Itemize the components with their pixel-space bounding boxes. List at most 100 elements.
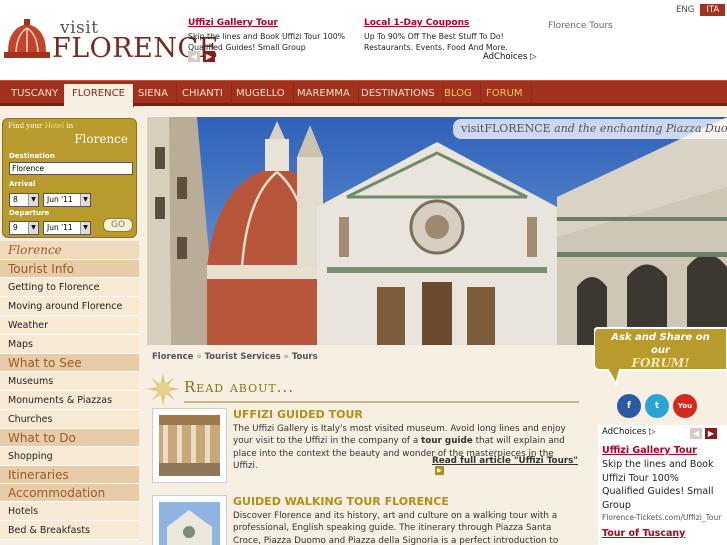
breadcrumb-tours: Tours [291,352,318,362]
booking-heading: Find your Hotel in [8,122,74,130]
sidebar-section-itineraries[interactable]: Itineraries [0,466,139,484]
departure-day-select[interactable]: 9 ▼ [9,221,39,235]
nav-tab-chianti[interactable]: CHIANTI [174,84,232,104]
adchoices-icon: ▷ [648,427,656,437]
nav-tab-tuscany[interactable]: TUSCANY [3,84,68,104]
ad-prev-arrow-icon[interactable]: ◀ [188,51,200,62]
divider [184,401,579,403]
departure-label: Departure [9,209,50,217]
santa-croce-image [159,502,220,545]
read-about-title: Read about... [184,378,295,396]
sidebar-item-weather[interactable]: Weather [0,316,139,335]
destination-label: Destination [9,152,55,160]
hotel-search-box: Find your Hotel in Florence Destination … [2,118,137,238]
nav-tab-florence[interactable]: FLORENCE [64,84,134,107]
sidebar-item-monuments[interactable]: Monuments & Piazzas [0,391,139,410]
header: visit FLORENCE Uffizi Gallery Tour Skip … [0,0,727,80]
sidebar-section-tourist-info[interactable]: Tourist Info [0,260,139,278]
dome-logo-icon [4,19,50,58]
read-about-heading: Read about... [146,372,580,406]
ad-pager: ◀ ▶ [188,51,215,62]
sidebar-section-what-to-see[interactable]: What to See [0,354,139,372]
site-logo[interactable]: visit FLORENCE [2,18,218,64]
arrival-month-select[interactable]: Jun '11 ▼ [43,193,91,207]
sidebar-item-moving-around[interactable]: Moving around Florence [0,297,139,316]
chevron-down-icon: ▼ [80,222,90,234]
forum-line-1: Ask and Share on [611,332,710,343]
ad-title[interactable]: Local 1-Day Coupons [364,18,534,29]
nav-tab-forum[interactable]: FORUM [478,84,532,104]
sidebar-item-maps[interactable]: Maps [0,335,139,354]
ad-text: Skip the lines and Book Uffizi Tour 100%… [188,32,346,52]
ad-title[interactable]: Uffizi Gallery Tour [188,18,353,29]
go-button[interactable]: GO [103,218,133,232]
duomo-illustration [147,117,727,345]
ad-prev-arrow-icon[interactable]: ◀ [690,428,702,439]
article-body: Discover Florence and its history, art a… [233,511,559,545]
sidebar-item-hotels[interactable]: Hotels [0,502,139,521]
sidebar-item-getting-to-florence[interactable]: Getting to Florence [0,278,139,297]
header-ad-1[interactable]: Uffizi Gallery Tour Skip the lines and B… [188,18,353,53]
chevron-down-icon: ▼ [80,194,90,206]
language-switcher: ENG ITA [670,4,726,16]
nav-tab-blog[interactable]: BLOG [436,84,481,104]
header-ad-2[interactable]: Local 1-Day Coupons Up To 90% Off The Be… [364,18,534,53]
adchoices-icon: ▷ [529,52,537,62]
article-walking-tour: GUIDED WALKING TOUR FLORENCE Discover Fl… [152,495,582,545]
arrow-right-icon: ▶ [435,466,444,475]
sidebar: Florence Tourist Info Getting to Florenc… [0,241,139,540]
sidebar-ad[interactable]: AdChoices ▷ ◀ ▶ Uffizi Gallery Tour Skip… [598,425,727,545]
sidebar-item-museums[interactable]: Museums [0,372,139,391]
breadcrumb-tourist-services[interactable]: Tourist Services [205,352,281,362]
youtube-icon[interactable]: You Tube [673,394,697,434]
ad-text: Skip the lines and Book Uffizi Tour 100%… [602,459,714,511]
ad-pager: ◀ ▶ [690,428,717,439]
nav-tab-mugello[interactable]: MUGELLO [228,84,294,104]
sidebar-section-accommodation[interactable]: Accommodation [0,484,139,502]
breadcrumb-florence[interactable]: Florence [152,352,193,362]
sidebar-section-what-to-do[interactable]: What to Do [0,429,139,447]
arrival-day-select[interactable]: 8 ▼ [9,193,39,207]
forum-promo[interactable]: Ask and Share on our FORUM! [593,324,727,387]
hero-image-duomo [147,117,727,345]
main-nav: TUSCANY FLORENCE SIENA CHIANTI MUGELLO M… [0,80,727,107]
ad-text: Up To 90% Off The Best Stuff To Do! Rest… [364,32,508,52]
facebook-icon[interactable]: f [617,394,641,418]
article-thumbnail[interactable] [152,408,227,483]
hero-caption: visitFLORENCE and the enchanting Piazza … [453,119,727,139]
destination-input[interactable]: Florence [9,162,133,175]
uffizi-colonnade-image [159,415,220,476]
nav-tab-siena[interactable]: SIENA [130,84,177,104]
sun-icon [146,372,180,406]
social-links: f t You Tube [617,394,697,434]
article-thumbnail[interactable] [152,495,227,545]
ad-title[interactable]: Uffizi Gallery Tour [602,445,723,456]
article-uffizi-tour: UFFIZI GUIDED TOUR The Uffizi Gallery is… [152,408,582,486]
florence-tours-link[interactable]: Florence Tours [548,21,613,31]
ad-url[interactable]: Florence-Tickets.com/Uffizi_Tour [602,513,723,522]
sidebar-item-bed-breakfasts[interactable]: Bed & Breakfasts [0,521,139,540]
twitter-icon[interactable]: t [645,394,669,418]
chevron-down-icon: ▼ [28,194,38,206]
nav-tab-maremma[interactable]: MAREMMA [289,84,359,104]
ad-next-arrow-icon[interactable]: ▶ [705,428,717,439]
sidebar-item-shopping[interactable]: Shopping [0,447,139,466]
article-title[interactable]: UFFIZI GUIDED TOUR [233,408,363,421]
lang-eng[interactable]: ENG [670,4,700,16]
ad-next-arrow-icon[interactable]: ▶ [203,51,215,62]
breadcrumb: Florence » Tourist Services » Tours [152,352,318,362]
adchoices-link[interactable]: AdChoices ▷ [483,52,537,62]
departure-month-select[interactable]: Jun '11 ▼ [43,221,91,235]
sidebar-item-churches[interactable]: Churches [0,410,139,429]
breadcrumb-separator: » [196,352,202,362]
page: visit FLORENCE Uffizi Gallery Tour Skip … [0,0,727,545]
read-more-link[interactable]: Read full article "Uffizi Tours"▶ [432,456,582,476]
hero-brand: visitFLORENCE [461,122,551,135]
hero-caption-text: and the enchanting Piazza Duomo [554,122,727,135]
nav-tab-destinations[interactable]: DESTINATIONS [353,84,444,104]
sidebar-city-heading: Florence [0,241,139,260]
lang-ita[interactable]: ITA [700,4,726,16]
chevron-down-icon: ▼ [28,222,38,234]
ad-title-2[interactable]: Tour of Tuscany [602,528,723,539]
article-title[interactable]: GUIDED WALKING TOUR FLORENCE [233,495,449,508]
